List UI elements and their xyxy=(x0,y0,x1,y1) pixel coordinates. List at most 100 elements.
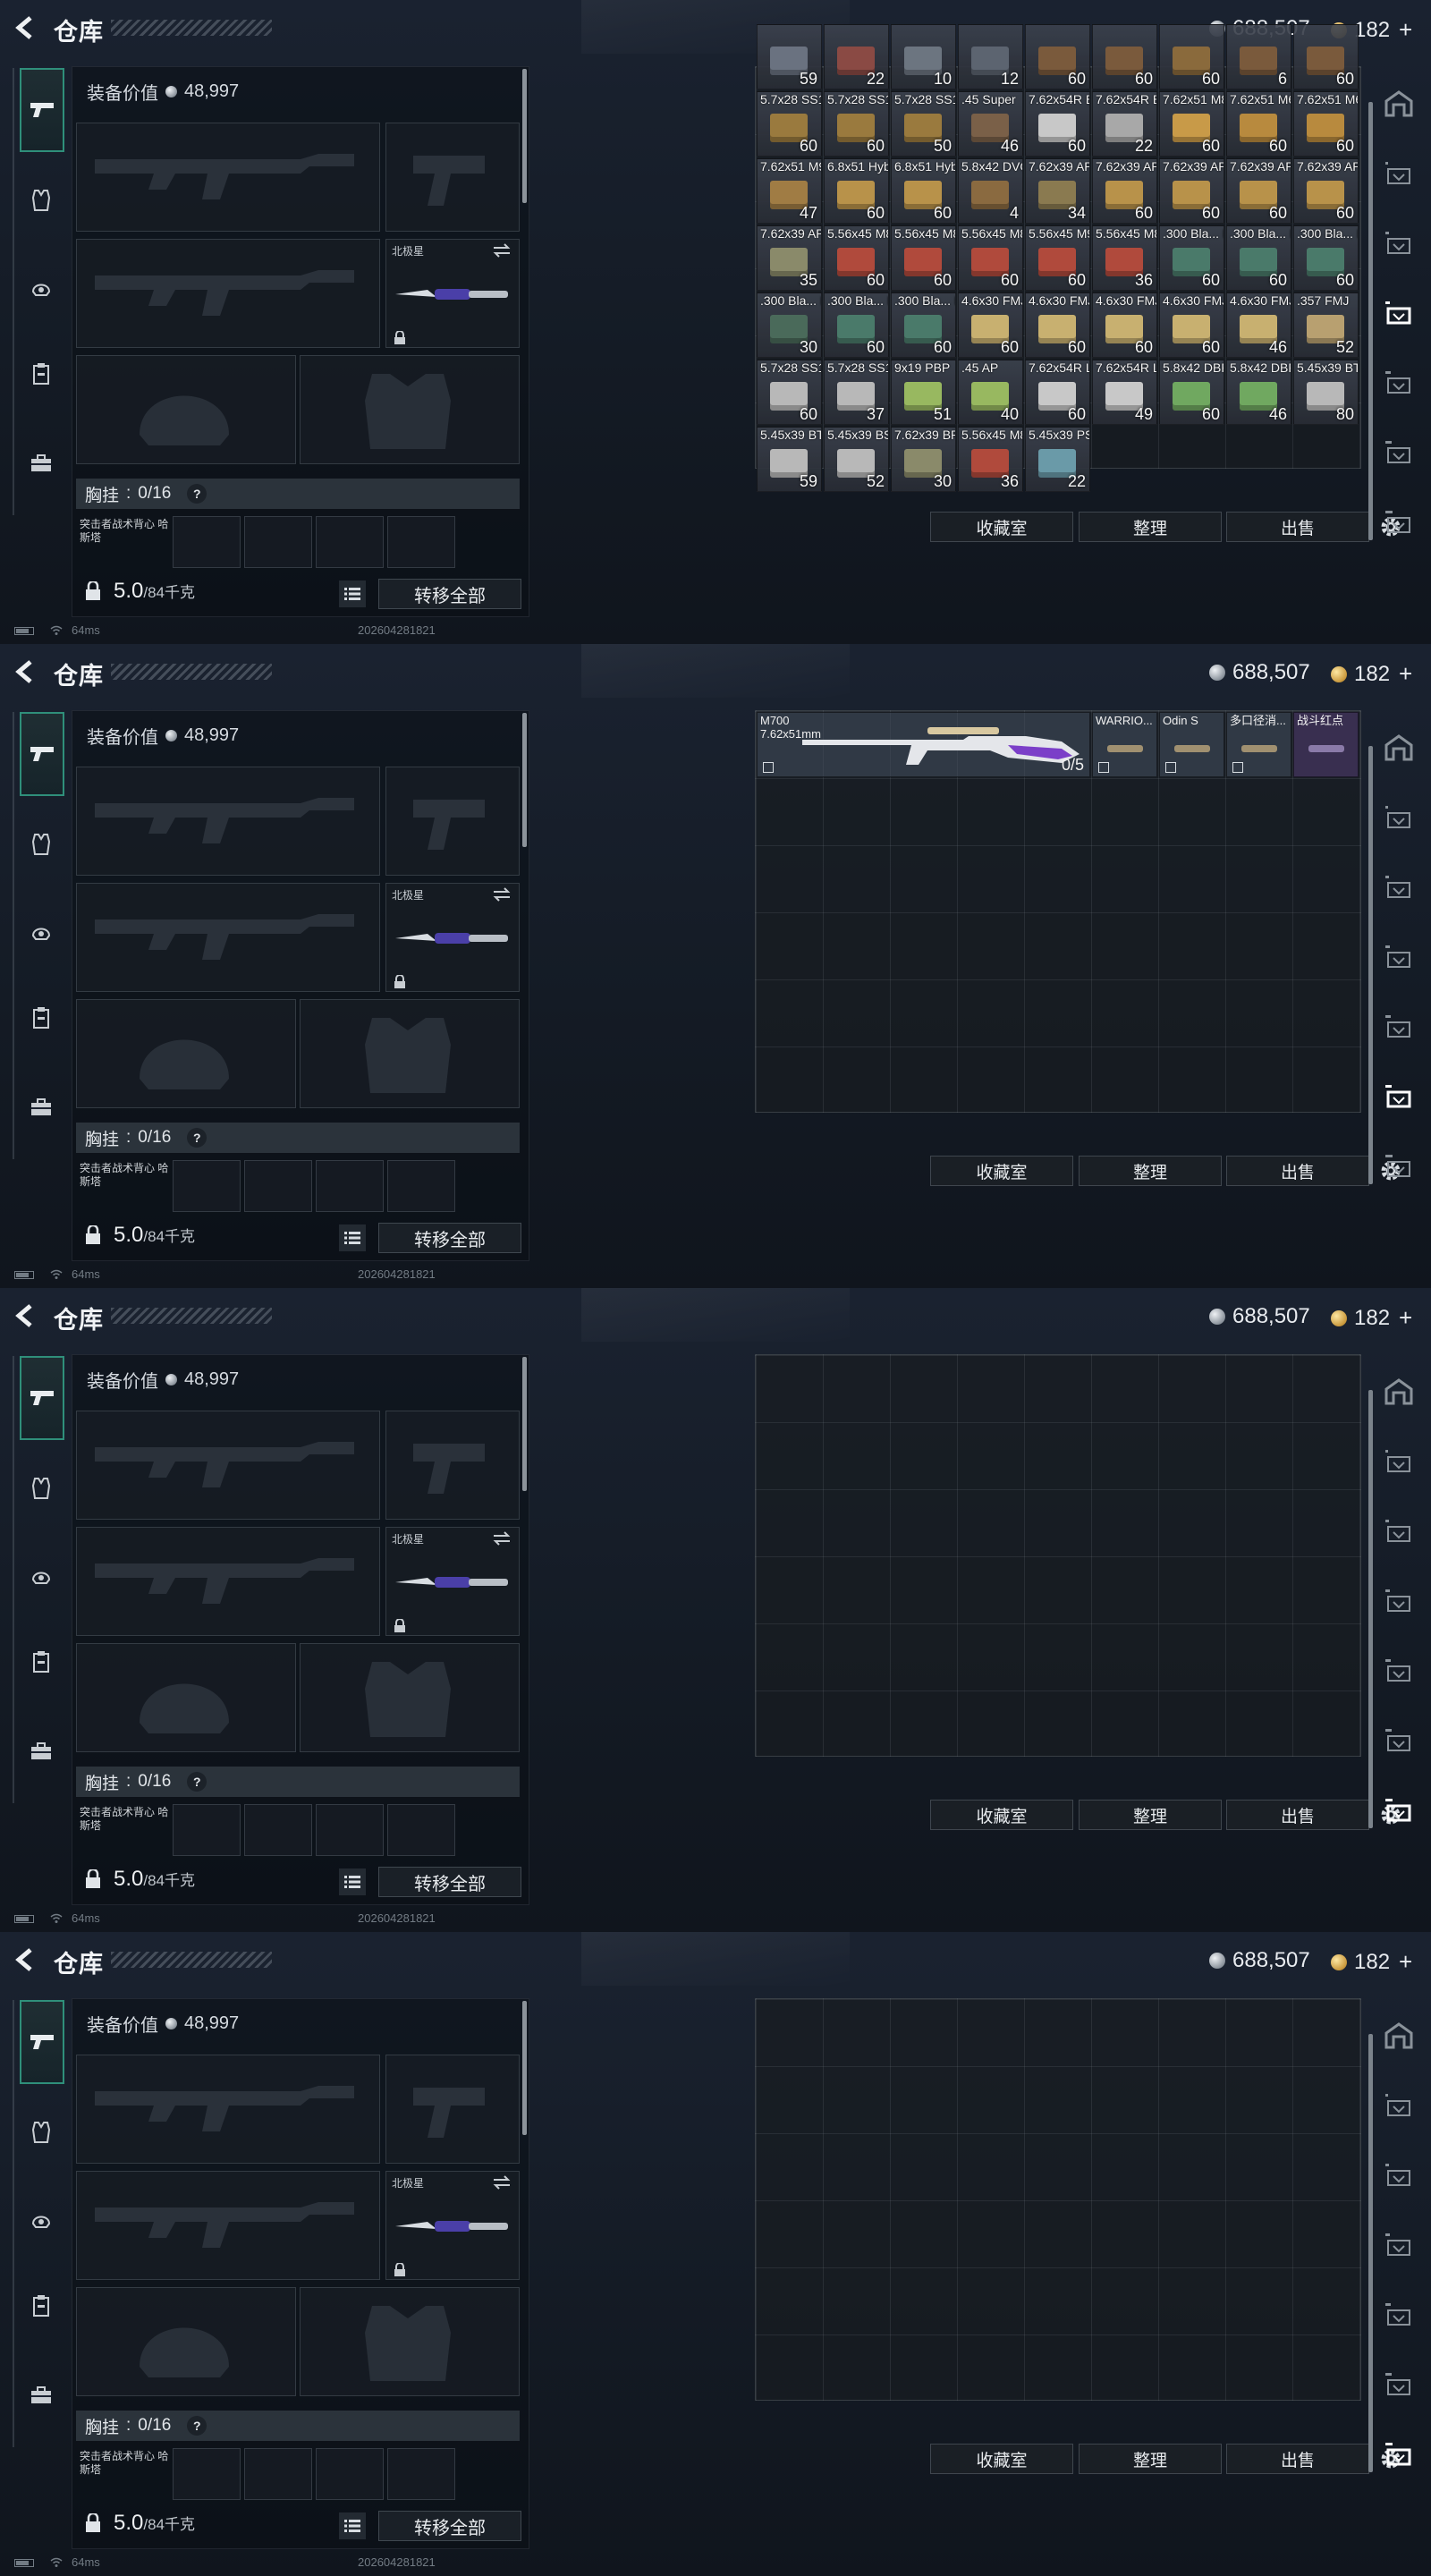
nav-armor[interactable] xyxy=(20,823,63,866)
storage-tab[interactable] xyxy=(1379,1791,1418,1830)
ammo-item[interactable]: 7.62x39 AP 34 xyxy=(1025,158,1090,224)
storage-tab[interactable] xyxy=(1379,2156,1418,2195)
collection-room-button[interactable]: 收藏室 xyxy=(930,1800,1073,1830)
primary-weapon-slot[interactable] xyxy=(76,123,380,232)
ammo-item[interactable]: 60 xyxy=(1025,24,1090,89)
storage-tab[interactable] xyxy=(1379,2435,1418,2474)
add-currency-button[interactable]: + xyxy=(1399,1948,1412,1976)
storage-tab[interactable] xyxy=(1379,363,1418,402)
collection-room-button[interactable]: 收藏室 xyxy=(930,512,1073,542)
rig-slot[interactable] xyxy=(173,2448,241,2500)
sidearm-slot[interactable] xyxy=(385,1411,520,1520)
helmet-slot[interactable] xyxy=(76,355,296,464)
storage-tab[interactable] xyxy=(1379,1721,1418,1760)
storage-tabs-scrollbar[interactable] xyxy=(1368,746,1373,1184)
ammo-item[interactable]: 4.6x30 FMJ SX 60 xyxy=(1092,292,1157,358)
storage-tabs-scrollbar[interactable] xyxy=(1368,1390,1373,1828)
add-currency-button[interactable]: + xyxy=(1399,16,1412,44)
ammo-item[interactable]: 7.62x54R LPS 49 xyxy=(1092,360,1157,425)
transfer-all-button[interactable]: 转移全部 xyxy=(378,2511,521,2541)
ammo-item[interactable]: 5.7x28 SS197 60 xyxy=(824,91,889,157)
ammo-item[interactable]: 5.45x39 BT 80 xyxy=(1293,360,1359,425)
storage-tab[interactable] xyxy=(1379,937,1418,977)
nav-backpack[interactable] xyxy=(20,1086,63,1129)
sidearm-slot[interactable] xyxy=(385,2055,520,2164)
melee-slot[interactable]: 北极星 xyxy=(385,239,520,348)
nav-armor[interactable] xyxy=(20,1467,63,1510)
help-button[interactable]: ? xyxy=(187,1128,207,1148)
nav-helmet[interactable] xyxy=(20,1555,63,1597)
ammo-item[interactable]: 60 xyxy=(1159,24,1224,89)
nav-weapons[interactable] xyxy=(20,68,64,152)
attachment-item[interactable]: 战斗红点 xyxy=(1293,712,1359,777)
list-view-button[interactable] xyxy=(339,1868,366,1895)
ammo-item[interactable]: 5.56x45 M855 60 xyxy=(891,225,956,291)
gold-currency[interactable]: 182 + xyxy=(1331,660,1412,688)
attachment-item[interactable]: Odin S xyxy=(1159,712,1224,777)
storage-tab[interactable] xyxy=(1379,224,1418,263)
storage-tab[interactable] xyxy=(1379,1372,1418,1411)
rig-slot[interactable] xyxy=(244,1160,312,1212)
swap-icon[interactable] xyxy=(492,2175,512,2190)
nav-helmet[interactable] xyxy=(20,2199,63,2241)
ammo-item[interactable]: 7.62x39 AP 60 xyxy=(1159,158,1224,224)
equipment-scrollbar[interactable] xyxy=(522,2001,527,2135)
help-button[interactable]: ? xyxy=(187,484,207,504)
ammo-item[interactable]: 6.8x51 Hybrid 60 xyxy=(824,158,889,224)
ammo-item[interactable]: 7.62x51 M62 60 xyxy=(1293,91,1359,157)
storage-tab[interactable] xyxy=(1379,1007,1418,1046)
ammo-item[interactable]: .45 AP 40 xyxy=(958,360,1023,425)
collection-room-button[interactable]: 收藏室 xyxy=(930,2444,1073,2474)
melee-slot[interactable]: 北极星 xyxy=(385,2171,520,2280)
ammo-item[interactable]: 5.45x39 BS 52 xyxy=(824,427,889,492)
back-arrow-icon[interactable] xyxy=(14,16,34,39)
equipment-scrollbar[interactable] xyxy=(522,1357,527,1491)
nav-backpack[interactable] xyxy=(20,442,63,485)
secondary-weapon-slot[interactable] xyxy=(76,883,380,992)
storage-tab[interactable] xyxy=(1379,1581,1418,1621)
ammo-item[interactable]: 7.62x54R BS 22 xyxy=(1092,91,1157,157)
back-arrow-icon[interactable] xyxy=(14,1304,34,1327)
armor-slot[interactable] xyxy=(300,2287,520,2396)
ammo-item[interactable]: 59 xyxy=(757,24,822,89)
storage-tab[interactable] xyxy=(1379,503,1418,542)
rig-slot[interactable] xyxy=(244,2448,312,2500)
ammo-item[interactable]: 5.7x28 SS198 50 xyxy=(891,91,956,157)
back-arrow-icon[interactable] xyxy=(14,1948,34,1971)
equipment-scrollbar[interactable] xyxy=(522,69,527,203)
ammo-item[interactable]: 9x19 PBP 51 xyxy=(891,360,956,425)
nav-rig[interactable] xyxy=(20,352,63,395)
attachment-item[interactable]: WARRIO... xyxy=(1092,712,1157,777)
weapon-item[interactable]: M700 7.62x51mm 0/5 xyxy=(757,712,1090,777)
rig-slot[interactable] xyxy=(316,1804,384,1856)
rig-slot[interactable] xyxy=(316,2448,384,2500)
storage-grid[interactable]: 592210126060606605.7x28 SS190605.7x28 SS… xyxy=(755,24,1361,492)
ammo-item[interactable]: 5.56x45 M856 60 xyxy=(958,225,1023,291)
ammo-item[interactable]: 4.6x30 FMJ SX 60 xyxy=(1025,292,1090,358)
list-view-button[interactable] xyxy=(339,580,366,607)
nav-weapons[interactable] xyxy=(20,1356,64,1440)
nav-weapons[interactable] xyxy=(20,712,64,796)
primary-weapon-slot[interactable] xyxy=(76,1411,380,1520)
storage-tab[interactable] xyxy=(1379,1512,1418,1551)
storage-tab[interactable] xyxy=(1379,1077,1418,1116)
swap-icon[interactable] xyxy=(492,243,512,258)
nav-rig[interactable] xyxy=(20,2284,63,2327)
nav-rig[interactable] xyxy=(20,996,63,1039)
ammo-item[interactable]: .300 Bla... BCP FMJ 60 xyxy=(1226,225,1291,291)
storage-tab[interactable] xyxy=(1379,1147,1418,1186)
storage-tab[interactable] xyxy=(1379,84,1418,123)
ammo-item[interactable]: 60 xyxy=(1293,24,1359,89)
rig-slot[interactable] xyxy=(316,516,384,568)
storage-tab[interactable] xyxy=(1379,798,1418,837)
organize-button[interactable]: 整理 xyxy=(1079,1800,1222,1830)
storage-tab[interactable] xyxy=(1379,1442,1418,1481)
ammo-item[interactable]: .45 Super 46 xyxy=(958,91,1023,157)
add-currency-button[interactable]: + xyxy=(1399,1304,1412,1332)
helmet-slot[interactable] xyxy=(76,999,296,1108)
rig-slot[interactable] xyxy=(316,1160,384,1212)
storage-tabs-scrollbar[interactable] xyxy=(1368,2034,1373,2472)
ammo-item[interactable]: 7.62x51 M61 60 xyxy=(1226,91,1291,157)
list-view-button[interactable] xyxy=(339,1224,366,1251)
ammo-item[interactable]: 5.56x45 M855 36 xyxy=(1092,225,1157,291)
